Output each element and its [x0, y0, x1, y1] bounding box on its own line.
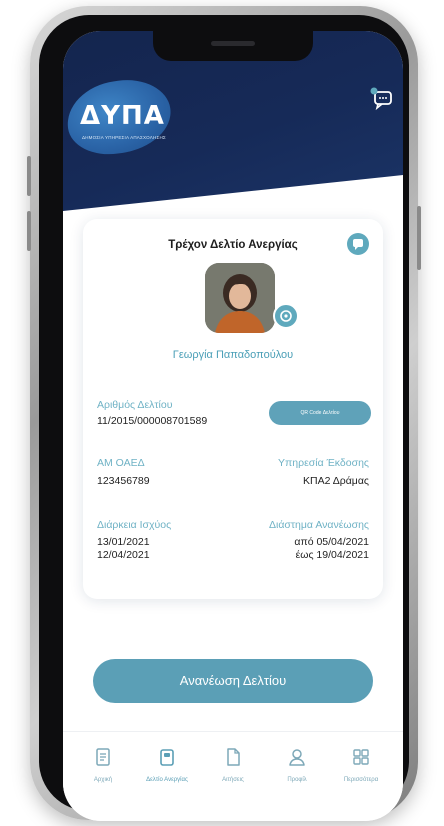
app-logo: ΔΥΠΑ	[80, 101, 165, 131]
tab-profile[interactable]: Προφίλ	[267, 746, 327, 784]
tab-home[interactable]: Αρχική	[73, 746, 133, 784]
tab-unemployment-card[interactable]: Δελτίο Ανεργίας	[137, 746, 197, 784]
file-icon	[227, 748, 240, 766]
grid-icon	[353, 749, 369, 765]
user-icon	[289, 749, 305, 766]
chat-bubble-icon	[353, 239, 363, 250]
avatar	[205, 263, 275, 333]
renewal-from: από 05/04/2021	[294, 536, 369, 548]
validity-label: Διάρκεια Ισχύος	[97, 519, 172, 531]
card-number-value: 11/2015/000008701589	[97, 415, 208, 427]
avatar-camera-button[interactable]	[273, 303, 299, 329]
unemployment-card: Τρέχον Δελτίο Ανεργίας Γεωργία Παπαδοπού…	[83, 219, 383, 599]
phone-bezel: ΔΥΠΑ ΔΗΜΟΣΙΑ ΥΠΗΡΕΣΙΑ ΑΠΑΣΧΟΛΗΣΗΣ Τρέχον…	[39, 15, 409, 821]
person-photo	[205, 263, 275, 333]
issuer-label: Υπηρεσία Έκδοσης	[278, 457, 369, 469]
tab-profile-label: Προφίλ	[287, 777, 307, 783]
phone-frame: ΔΥΠΑ ΔΗΜΟΣΙΑ ΥΠΗΡΕΣΙΑ ΑΠΑΣΧΟΛΗΣΗΣ Τρέχον…	[27, 6, 421, 821]
phone-notch	[153, 31, 313, 61]
tab-applications-label: Αιτήσεις	[222, 777, 244, 783]
qr-code-button[interactable]: QR Code Δελτίου	[269, 401, 371, 425]
validity-from: 13/01/2021	[97, 536, 150, 548]
card-title: Τρέχον Δελτίο Ανεργίας	[168, 239, 298, 251]
card-icon	[160, 749, 174, 766]
camera-icon	[280, 310, 292, 322]
tab-more-label: Περισσότερα	[343, 777, 379, 783]
card-chat-icon[interactable]	[347, 233, 369, 255]
document-icon	[96, 748, 110, 766]
speaker-grill	[211, 41, 255, 46]
tab-unemployment-card-label: Δελτίο Ανεργίας	[146, 777, 188, 783]
tab-more[interactable]: Περισσότερα	[331, 746, 391, 784]
validity-to: 12/04/2021	[97, 549, 150, 561]
am-value: 123456789	[97, 475, 150, 487]
am-label: AM ΟΑΕΔ	[97, 457, 145, 469]
app-logo-subtitle: ΔΗΜΟΣΙΑ ΥΠΗΡΕΣΙΑ ΑΠΑΣΧΟΛΗΣΗΣ	[82, 135, 166, 140]
card-number-label: Αριθμός Δελτίου	[97, 399, 173, 411]
renew-card-button[interactable]: Ανανέωση Δελτίου	[93, 659, 373, 703]
phone-side-button	[27, 156, 31, 196]
tab-home-label: Αρχική	[93, 777, 113, 783]
chat-icon[interactable]	[369, 85, 395, 111]
person-name: Γεωργία Παπαδοπούλου	[172, 349, 294, 361]
phone-power-button	[417, 206, 421, 270]
renewal-to: έως 19/04/2021	[295, 549, 369, 561]
issuer-value: ΚΠΑ2 Δράμας	[302, 475, 369, 487]
bottom-tab-bar: Αρχική Δελτίο Ανεργίας Αιτήσεις Προφίλ Π…	[63, 731, 403, 821]
renewal-label: Διάστημα Ανανέωσης	[269, 519, 369, 531]
phone-screen: ΔΥΠΑ ΔΗΜΟΣΙΑ ΥΠΗΡΕΣΙΑ ΑΠΑΣΧΟΛΗΣΗΣ Τρέχον…	[63, 31, 403, 821]
phone-side-button	[27, 211, 31, 251]
tab-applications[interactable]: Αιτήσεις	[203, 746, 263, 784]
